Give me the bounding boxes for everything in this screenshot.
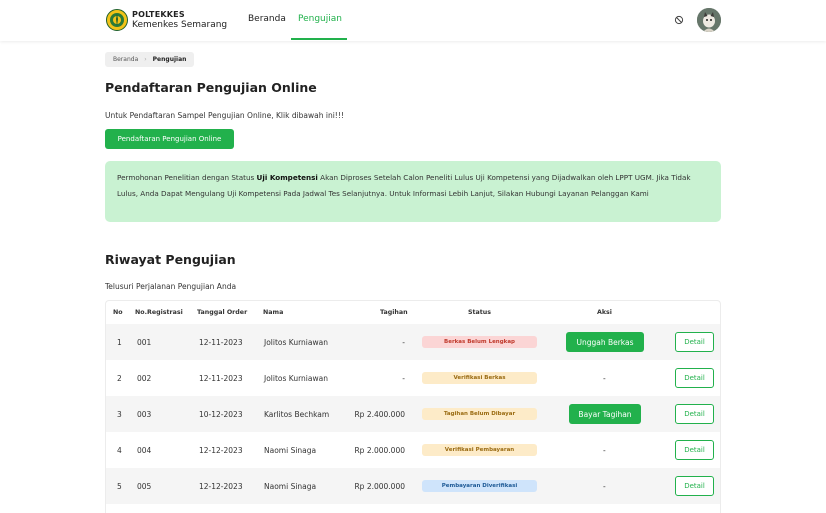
poltekkes-logo-icon[interactable]: [106, 9, 128, 31]
table-header: No No.Registrasi Tanggal Order Nama Tagi…: [106, 301, 720, 323]
nav-pengujian[interactable]: Pengujian: [298, 14, 342, 24]
cell-bill: Rp 2.400.000: [354, 410, 405, 419]
status-badge: Verifikasi Pembayaran: [422, 444, 537, 456]
cell-name: Naomi Sinaga: [264, 446, 317, 455]
col-no: No: [113, 309, 123, 316]
detail-button[interactable]: Detail: [675, 368, 714, 388]
breadcrumb-current: Pengujian: [152, 56, 187, 63]
history-subtitle: Telusuri Perjalanan Pengujian Anda: [105, 282, 237, 291]
detail-button[interactable]: Detail: [675, 404, 714, 424]
col-name: Nama: [263, 309, 284, 316]
notice-text-1: Permohonan Penelitian dengan Status: [117, 173, 257, 182]
cell-name: Naomi Sinaga: [264, 482, 317, 491]
info-notice: Permohonan Penelitian dengan Status Uji …: [105, 161, 721, 222]
history-title: Riwayat Pengujian: [105, 252, 236, 267]
table-row: 3 003 10-12-2023 Karlitos Bechkam Rp 2.400.0…: [106, 396, 720, 432]
cell-action-empty: -: [603, 374, 606, 383]
cell-bill: -: [402, 374, 405, 383]
cell-no: 5: [117, 482, 122, 491]
cell-bill: Rp 2.000.000: [354, 482, 405, 491]
cell-date: 12-11-2023: [199, 374, 243, 383]
cell-date: 10-12-2023: [199, 410, 243, 419]
avatar-icon[interactable]: [697, 8, 721, 32]
nav-active-indicator: [291, 38, 347, 40]
col-status: Status: [468, 309, 492, 316]
registration-intro: Untuk Pendaftaran Sampel Pengujian Onlin…: [105, 111, 344, 120]
detail-button[interactable]: Detail: [675, 476, 714, 496]
table-row: 4 004 12-12-2023 Naomi Sinaga Rp 2.000.000 Ve…: [106, 432, 720, 468]
breadcrumb: Beranda › Pengujian: [105, 52, 195, 67]
cell-no: 4: [117, 446, 122, 455]
cell-bill: -: [402, 338, 405, 347]
pay-bill-button[interactable]: Bayar Tagihan: [569, 404, 641, 424]
notice-highlight: Uji Kompetensi: [256, 173, 318, 182]
brand-name: POLTEKKES: [132, 10, 185, 19]
detail-button[interactable]: Detail: [675, 332, 714, 352]
cell-date: 12-12-2023: [199, 446, 243, 455]
cell-date: 12-11-2023: [199, 338, 243, 347]
col-date: Tanggal Order: [197, 309, 248, 316]
cell-date: 12-12-2023: [199, 482, 243, 491]
cell-bill: Rp 2.000.000: [354, 446, 405, 455]
history-table: No No.Registrasi Tanggal Order Nama Tagi…: [105, 300, 721, 513]
top-navbar: POLTEKKES Kemenkes Semarang Beranda Peng…: [0, 0, 826, 41]
status-badge: Berkas Belum Lengkap: [422, 336, 537, 348]
brand-subtitle: Kemenkes Semarang: [132, 20, 228, 30]
status-badge: Tagihan Belum Dibayar: [422, 408, 537, 420]
cell-reg: 003: [137, 410, 152, 419]
cell-reg: 001: [137, 338, 152, 347]
col-bill: Tagihan: [380, 309, 408, 316]
breadcrumb-home[interactable]: Beranda: [113, 56, 138, 63]
status-badge: Verifikasi Berkas: [422, 372, 537, 384]
cell-name: Jolitos Kurniawan: [264, 374, 328, 383]
cell-no: 1: [117, 338, 122, 347]
cell-no: 2: [117, 374, 122, 383]
cell-action-empty: -: [603, 446, 606, 455]
cell-name: Jolitos Kurniawan: [264, 338, 328, 347]
col-reg: No.Registrasi: [135, 309, 183, 316]
col-action: Aksi: [597, 309, 612, 316]
table-row: 1 001 12-11-2023 Jolitos Kurniawan - Berkas B…: [106, 324, 720, 360]
circle-slash-icon[interactable]: [673, 14, 685, 26]
table-row: 5 005 12-12-2023 Naomi Sinaga Rp 2.000.000 Pe…: [106, 468, 720, 504]
chevron-right-icon: ›: [144, 56, 147, 63]
upload-files-button[interactable]: Unggah Berkas: [566, 332, 644, 352]
nav-beranda[interactable]: Beranda: [248, 14, 286, 24]
detail-button[interactable]: Detail: [675, 440, 714, 460]
cell-reg: 004: [137, 446, 152, 455]
registration-title: Pendaftaran Pengujian Online: [105, 80, 317, 95]
cell-reg: 002: [137, 374, 152, 383]
register-test-button[interactable]: Pendaftaran Pengujian Online: [105, 129, 234, 149]
cell-name: Karlitos Bechkam: [264, 410, 330, 419]
cell-action-empty: -: [603, 482, 606, 491]
status-badge: Pembayaran Diverifikasi: [422, 480, 537, 492]
cell-reg: 005: [137, 482, 152, 491]
table-row: 2 002 12-11-2023 Jolitos Kurniawan - Verifika…: [106, 360, 720, 396]
cell-no: 3: [117, 410, 122, 419]
